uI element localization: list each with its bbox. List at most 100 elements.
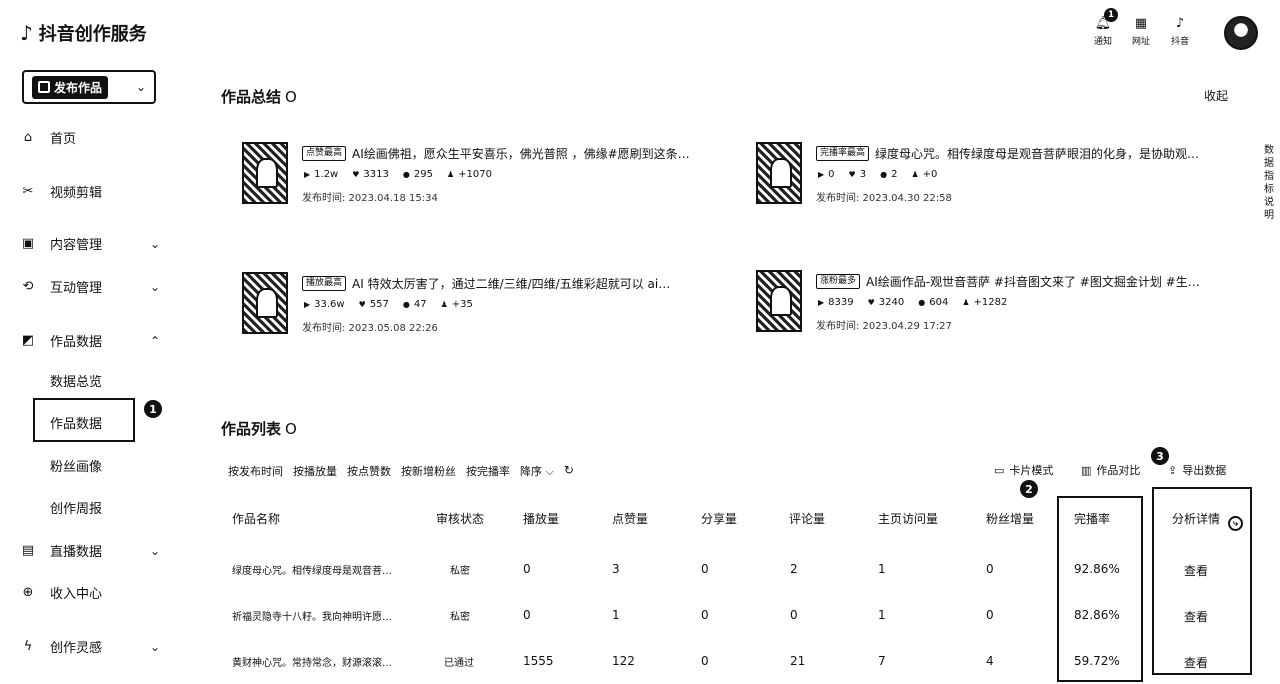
card-mode-icon: ▭	[994, 463, 1005, 477]
site-button[interactable]: ▦ 网址	[1121, 16, 1161, 47]
column-header-likes: 点赞量	[612, 512, 649, 526]
comments-count: 604	[918, 297, 948, 308]
sidebar-item-content[interactable]: ▣ 内容管理 ⌄	[20, 234, 160, 253]
home-icon: ⌂	[23, 130, 33, 145]
comments-cell: 2	[790, 562, 798, 576]
filter-new-fans[interactable]: 按新增粉丝	[401, 463, 456, 479]
visits-cell: 7	[878, 654, 886, 668]
card-title-row: 完播率最高 绿度母心咒。相传绿度母是观音菩萨眼泪的化身，是协助观…	[816, 145, 1199, 162]
card-title[interactable]: 绿度母心咒。相传绿度母是观音菩萨眼泪的化身，是协助观…	[875, 145, 1199, 162]
douyin-button[interactable]: ♪ 抖音	[1160, 16, 1200, 47]
chart-icon: ◩	[21, 333, 35, 348]
comments-cell: 0	[790, 608, 798, 622]
card-mode-button[interactable]: ▭ 卡片模式	[994, 462, 1053, 478]
fans-cell: 0	[986, 562, 994, 576]
column-header-comments: 评论量	[789, 512, 826, 526]
card-tag: 点赞最高	[302, 146, 347, 161]
site-label: 网址	[1131, 37, 1150, 47]
fans-count: +1070	[447, 169, 492, 180]
sidebar-sub-fans[interactable]: 粉丝画像	[50, 456, 102, 475]
export-button[interactable]: ⇪ 导出数据	[1168, 462, 1226, 478]
annotation-marker: 1	[144, 400, 162, 418]
fans-count: +1282	[962, 297, 1007, 308]
summary-card[interactable]: 完播率最高 绿度母心咒。相传绿度母是观音菩萨眼泪的化身，是协助观… 0 3 2 …	[756, 142, 1226, 206]
notify-button[interactable]: 🔔︎ 通知	[1083, 16, 1123, 47]
content-icon: ▣	[21, 236, 35, 251]
shares-cell: 0	[701, 654, 709, 668]
plays-count: 0	[818, 169, 834, 180]
plays-count: 33.6w	[304, 299, 344, 310]
card-title[interactable]: AI绘画佛祖，愿众生平安喜乐，佛光普照 ，佛缘#愿刷到这条…	[352, 145, 690, 162]
scissors-icon: ✂	[22, 184, 34, 199]
video-thumbnail[interactable]	[756, 270, 802, 332]
card-stats: 8339 3240 604 +1282	[818, 297, 1007, 308]
sidebar-sub-overview[interactable]: 数据总览	[50, 371, 102, 390]
column-header-shares: 分享量	[701, 512, 738, 526]
publish-time: 发布时间: 2023.04.29 17:27	[816, 321, 952, 332]
upload-icon	[38, 81, 50, 93]
sidebar-sub-works-data[interactable]: 作品数据	[50, 413, 102, 432]
work-name[interactable]: 绿度母心咒。相传绿度母是观音菩…	[232, 562, 392, 577]
bar-chart-icon: ▥	[1081, 463, 1092, 477]
video-thumbnail[interactable]	[242, 142, 288, 204]
sidebar-item-label: 首页	[50, 132, 77, 147]
sidebar-sub-weekly[interactable]: 创作周报	[50, 498, 102, 517]
likes-cell: 3	[612, 562, 620, 576]
comments-count: 2	[880, 169, 897, 180]
collapse-button[interactable]: 收起	[1204, 87, 1228, 104]
fans-count: +0	[911, 169, 938, 180]
plays-count: 1.2w	[304, 169, 338, 180]
chevron-down-icon: ⌄	[149, 639, 160, 654]
sort-dropdown[interactable]: 降序	[520, 463, 554, 479]
chevron-down-icon: ⌄	[149, 236, 160, 251]
metric-explanation-link[interactable]: 数据指标说明	[1264, 144, 1276, 222]
video-thumbnail[interactable]	[756, 142, 802, 204]
sidebar-item-label: 收入中心	[50, 587, 103, 602]
work-name[interactable]: 黄财神心咒。常持常念，财源滚滚…	[232, 654, 392, 669]
plays-cell: 1555	[523, 654, 554, 668]
card-tag: 播放最高	[302, 276, 347, 291]
work-name[interactable]: 祈福灵隐寺十八籽。我向神明许愿…	[232, 608, 392, 623]
tiktok-icon: ♪	[1175, 16, 1185, 31]
info-icon[interactable]: O	[285, 88, 297, 106]
sidebar-item-video-edit[interactable]: ✂ 视频剪辑	[20, 182, 160, 201]
sidebar-item-home[interactable]: ⌂ 首页	[20, 128, 160, 147]
info-icon[interactable]: O	[285, 420, 297, 438]
card-title[interactable]: AI 特效太厉害了，通过二维/三维/四维/五维彩超就可以 ai…	[352, 275, 670, 292]
sidebar-item-income[interactable]: ⊕ 收入中心	[20, 583, 160, 602]
card-title-row: 点赞最高 AI绘画佛祖，愿众生平安喜乐，佛光普照 ，佛缘#愿刷到这条…	[302, 145, 690, 162]
summary-card[interactable]: 点赞最高 AI绘画佛祖，愿众生平安喜乐，佛光普照 ，佛缘#愿刷到这条… 1.2w…	[242, 142, 712, 206]
publish-button[interactable]: 发布作品 ⌄	[22, 70, 156, 104]
visits-cell: 1	[878, 608, 886, 622]
video-thumbnail[interactable]	[242, 272, 288, 334]
annotation-marker: 2	[1020, 480, 1038, 498]
app-logo[interactable]: ♪ 抖音创作服务	[20, 20, 147, 46]
summary-card[interactable]: 播放最高 AI 特效太厉害了，通过二维/三维/四维/五维彩超就可以 ai… 33…	[242, 272, 712, 336]
filter-likes[interactable]: 按点赞数	[347, 463, 391, 479]
sidebar-item-works-data[interactable]: ◩ 作品数据 ⌃	[20, 331, 160, 350]
likes-count: 3	[849, 169, 866, 180]
live-icon: ▤	[21, 543, 35, 558]
likes-cell: 1	[612, 608, 620, 622]
summary-card[interactable]: 涨粉最多 AI绘画作品-观世音菩萨 #抖音图文来了 #图文掘金计划 #生… 83…	[756, 270, 1226, 334]
avatar[interactable]	[1224, 16, 1258, 50]
sidebar-item-interaction[interactable]: ⟲ 互动管理 ⌄	[20, 277, 160, 296]
refresh-icon[interactable]: ↻	[564, 463, 574, 479]
plays-cell: 0	[523, 608, 531, 622]
sidebar-item-live[interactable]: ▤ 直播数据 ⌄	[20, 541, 160, 560]
sidebar-item-inspiration[interactable]: ϟ 创作灵感 ⌄	[20, 637, 160, 656]
income-icon: ⊕	[22, 585, 34, 600]
card-stats: 33.6w 557 47 +35	[304, 299, 473, 310]
card-title[interactable]: AI绘画作品-观世音菩萨 #抖音图文来了 #图文掘金计划 #生…	[866, 273, 1200, 290]
works-title: 作品列表 O	[221, 418, 297, 439]
app-title: 抖音创作服务	[38, 24, 147, 45]
filter-publish-time[interactable]: 按发布时间	[228, 463, 283, 479]
chevron-down-icon[interactable]: ⌄	[136, 80, 146, 94]
card-mode-label: 卡片模式	[1009, 464, 1054, 477]
filter-plays[interactable]: 按播放量	[293, 463, 337, 479]
filter-bar: 按发布时间 按播放量 按点赞数 按新增粉丝 按完播率 降序 ↻	[228, 463, 574, 479]
filter-completion[interactable]: 按完播率	[466, 463, 510, 479]
chevron-down-icon: ⌄	[149, 279, 160, 294]
compare-button[interactable]: ▥ 作品对比	[1081, 462, 1140, 478]
interaction-icon: ⟲	[22, 279, 34, 294]
